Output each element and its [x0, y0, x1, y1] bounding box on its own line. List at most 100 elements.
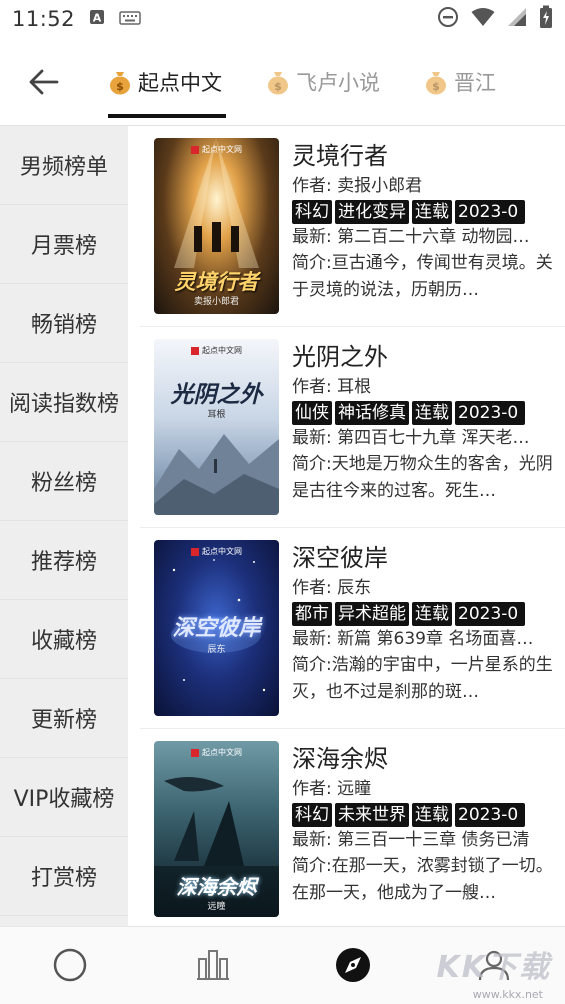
cover-author: 辰东 — [207, 645, 226, 655]
book-list: 起点中文网 灵境行者 卖报小郎君 灵境行者 作者: 卖报小郎君 科幻 进化变异 … — [140, 126, 565, 926]
sidebar-item-bestseller[interactable]: 畅销榜 — [0, 284, 128, 363]
book-tags: 仙侠 神话修真 连载 2023-0 — [292, 401, 562, 425]
circle-icon — [53, 948, 87, 982]
tag-date: 2023-0 — [455, 200, 525, 224]
svg-text:$: $ — [274, 80, 282, 93]
book-author: 作者: 远瞳 — [292, 779, 372, 799]
book-latest-chapter: 最新: 第三百一十三章 债务已清 — [292, 830, 530, 850]
wifi-icon — [471, 7, 495, 31]
cover-author: 卖报小郎君 — [193, 297, 239, 307]
dnd-icon — [437, 6, 459, 32]
bookshelf-icon — [197, 950, 229, 980]
book-title[interactable]: 深海余烬 — [292, 741, 562, 777]
tab-jinjiang[interactable]: $ 晋江 — [424, 62, 496, 102]
book-intro: 简介:浩瀚的宇宙中，一片星系的生灭，也不过是刹那的斑… — [292, 655, 553, 702]
book-intro: 简介:天地是万物众生的客舍，光阴是古往今来的过客。死生… — [292, 454, 553, 501]
active-tab-indicator — [108, 114, 226, 118]
status-bar: 11:52 A — [0, 0, 565, 38]
book-item[interactable]: 起点中文网 深空彼岸 辰东 深空彼岸 作者: 辰东 都市 异术超能 连载 202… — [140, 528, 565, 729]
money-bag-icon: $ — [268, 72, 288, 95]
tag-status: 连载 — [412, 803, 452, 827]
book-cover[interactable]: 起点中文网 灵境行者 卖报小郎君 — [154, 138, 279, 314]
book-intro: 简介:在那一天，浓雾封锁了一切。在那一天，他成为了一艘… — [292, 856, 553, 903]
nav-home-button[interactable] — [50, 945, 90, 985]
tag-subcategory: 未来世界 — [335, 803, 409, 827]
cover-title: 深海余烬 — [176, 875, 257, 899]
book-item[interactable]: 起点中文网 光阴之外 耳根 光阴之外 作者: 耳根 仙侠 神话修真 连载 202… — [140, 327, 565, 528]
svg-text:$: $ — [116, 80, 124, 93]
tag-status: 连载 — [412, 401, 452, 425]
back-arrow-icon — [29, 69, 59, 95]
svg-text:A: A — [93, 12, 102, 25]
book-intro: 简介:亘古通今，传闻世有灵境。关于灵境的说法，历朝历… — [292, 253, 553, 300]
watermark-url: www.kkx.net — [472, 988, 543, 1001]
book-info: 深空彼岸 作者: 辰东 都市 异术超能 连载 2023-0 最新: 新篇 第63… — [292, 540, 562, 706]
sidebar-item-monthly-ticket[interactable]: 月票榜 — [0, 205, 128, 284]
signal-icon — [507, 7, 527, 31]
tag-category: 科幻 — [292, 200, 332, 224]
book-title[interactable]: 光阴之外 — [292, 339, 562, 375]
book-cover[interactable]: 起点中文网 深空彼岸 辰东 — [154, 540, 279, 716]
tab-label: 飞卢小说 — [296, 71, 380, 95]
book-title[interactable]: 深空彼岸 — [292, 540, 562, 576]
book-tags: 科幻 进化变异 连载 2023-0 — [292, 200, 562, 224]
back-button[interactable] — [24, 64, 64, 100]
tag-subcategory: 神话修真 — [335, 401, 409, 425]
keyboard-icon — [119, 10, 141, 29]
sidebar-item-reading-index[interactable]: 阅读指数榜 — [0, 363, 128, 442]
book-latest-chapter: 最新: 第二百二十六章 动物园… — [292, 227, 530, 247]
watermark-logo: KK下载 — [436, 950, 551, 985]
cover-title: 深空彼岸 — [172, 615, 261, 641]
book-info: 光阴之外 作者: 耳根 仙侠 神话修真 连载 2023-0 最新: 第四百七十九… — [292, 339, 562, 505]
status-icons — [437, 5, 553, 33]
sidebar-item-collect[interactable]: 收藏榜 — [0, 600, 128, 679]
sidebar-item-vip-collect[interactable]: VIP收藏榜 — [0, 758, 128, 837]
book-title[interactable]: 灵境行者 — [292, 138, 562, 174]
compass-icon — [336, 948, 370, 982]
cover-author: 远瞳 — [207, 902, 226, 912]
book-info: 深海余烬 作者: 远瞳 科幻 未来世界 连载 2023-0 最新: 第三百一十三… — [292, 741, 562, 907]
cover-title: 光阴之外 — [170, 381, 263, 408]
tag-subcategory: 进化变异 — [335, 200, 409, 224]
tab-qidian[interactable]: $ 起点中文 — [108, 62, 222, 102]
cover-publisher: 起点中文网 — [202, 145, 242, 154]
sidebar-item-recommend[interactable]: 推荐榜 — [0, 521, 128, 600]
book-cover[interactable]: 起点中文网 光阴之外 耳根 — [154, 339, 279, 515]
book-author: 作者: 卖报小郎君 — [292, 176, 423, 196]
book-info: 灵境行者 作者: 卖报小郎君 科幻 进化变异 连载 2023-0 最新: 第二百… — [292, 138, 562, 304]
tab-label: 起点中文 — [138, 71, 222, 95]
nav-bookshelf-button[interactable] — [193, 945, 233, 985]
cover-publisher: 起点中文网 — [202, 346, 242, 355]
tag-subcategory: 异术超能 — [335, 602, 409, 626]
status-time: 11:52 — [12, 7, 76, 31]
sidebar-item-fans[interactable]: 粉丝榜 — [0, 442, 128, 521]
book-item[interactable]: 起点中文网 灵境行者 卖报小郎君 灵境行者 作者: 卖报小郎君 科幻 进化变异 … — [140, 126, 565, 327]
cover-author: 耳根 — [207, 410, 226, 420]
sidebar-item-male-list[interactable]: 男频榜单 — [0, 126, 128, 205]
a-notification-icon: A — [89, 9, 105, 29]
tag-date: 2023-0 — [455, 401, 525, 425]
book-latest-chapter: 最新: 第四百七十九章 浑天老… — [292, 428, 530, 448]
cover-publisher: 起点中文网 — [202, 748, 242, 757]
tab-label: 晋江 — [454, 71, 496, 95]
book-tags: 科幻 未来世界 连载 2023-0 — [292, 803, 562, 827]
tag-status: 连载 — [412, 602, 452, 626]
tab-feilu[interactable]: $ 飞卢小说 — [266, 62, 380, 102]
tag-category: 科幻 — [292, 803, 332, 827]
battery-icon — [539, 5, 553, 33]
header: $ 起点中文 $ 飞卢小说 $ 晋江 — [0, 38, 565, 126]
cover-title: 灵境行者 — [174, 269, 259, 294]
book-item[interactable]: 起点中文网 深海余烬 远瞳 深海余烬 作者: 远瞳 科幻 未来世界 连载 202… — [140, 729, 565, 926]
tag-category: 都市 — [292, 602, 332, 626]
book-latest-chapter: 最新: 新篇 第639章 名场面喜… — [292, 629, 534, 649]
book-cover[interactable]: 起点中文网 深海余烬 远瞳 — [154, 741, 279, 917]
book-tags: 都市 异术超能 连载 2023-0 — [292, 602, 562, 626]
nav-discover-button[interactable] — [333, 945, 373, 985]
cover-publisher: 起点中文网 — [202, 547, 242, 556]
book-author: 作者: 辰东 — [292, 578, 372, 598]
money-bag-icon: $ — [110, 72, 130, 95]
sidebar-item-update[interactable]: 更新榜 — [0, 679, 128, 758]
tag-category: 仙侠 — [292, 401, 332, 425]
sidebar-item-reward[interactable]: 打赏榜 — [0, 837, 128, 916]
svg-text:$: $ — [432, 80, 440, 93]
